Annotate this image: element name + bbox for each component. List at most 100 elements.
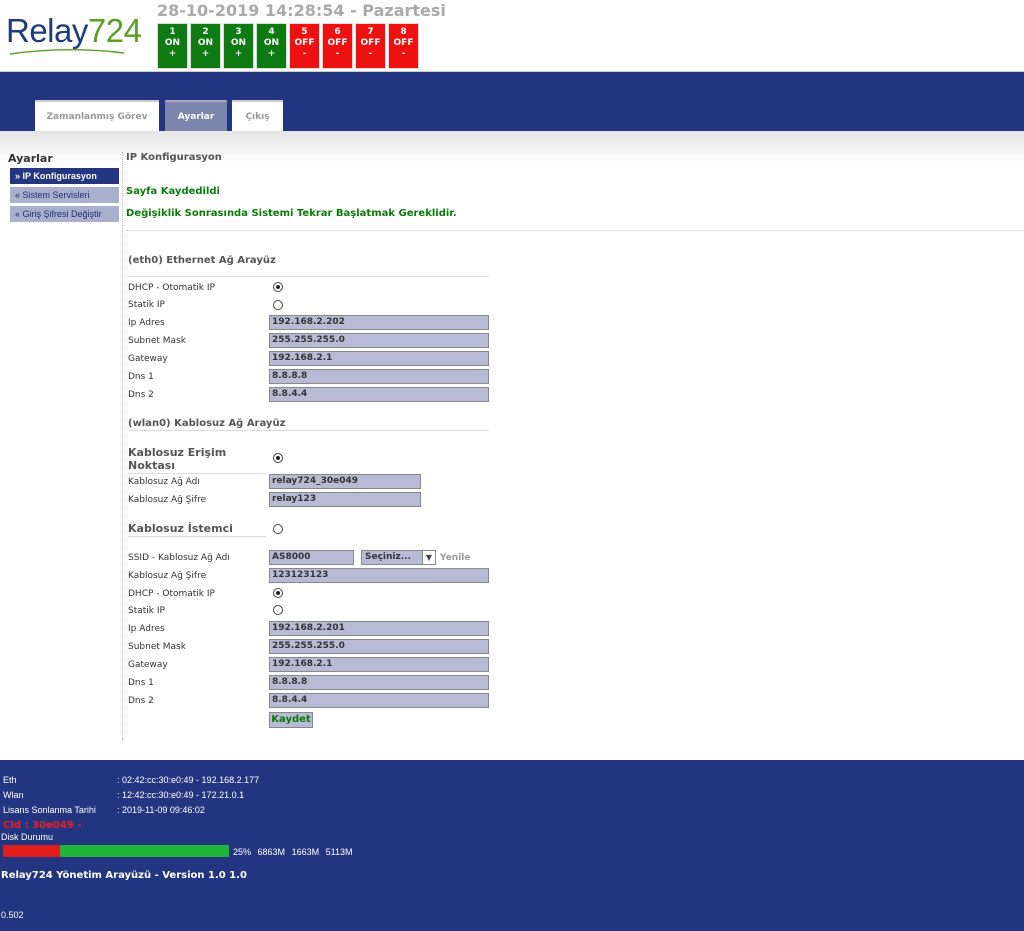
client-mode-radio[interactable] <box>273 524 283 534</box>
eth-dhcp-radio[interactable] <box>273 282 283 292</box>
wlan-mask-input[interactable]: 255.255.255.0 <box>269 639 489 654</box>
sidebar-item-ip-config[interactable]: » IP Konfigurasyon <box>10 168 119 184</box>
relay-n: 5 <box>301 27 308 37</box>
wlan-mask-label: Subnet Mask <box>128 642 186 652</box>
relay-sym: - <box>401 49 406 59</box>
page-title: IP Konfigurasyon <box>126 152 222 163</box>
ssid-input[interactable]: AS8000 <box>269 550 354 565</box>
eth-static-radio[interactable] <box>273 300 283 310</box>
relay-state: OFF <box>393 38 414 48</box>
relay-n: 3 <box>235 27 242 37</box>
relay-n: 7 <box>367 27 374 37</box>
sidebar-divider <box>122 152 123 740</box>
eth-dns2-label: Dns 2 <box>128 390 154 400</box>
wlan-info-value: : 12:42:cc:30:e0:49 - 172.21.0.1 <box>117 790 245 800</box>
divider <box>128 276 489 277</box>
ap-name-label: Kablosuz Ağ Adı <box>128 477 200 487</box>
ap-section-title: Kablosuz Erişim Noktası <box>128 446 266 474</box>
eth-gateway-label: Gateway <box>128 354 168 364</box>
disk-percent: 25% <box>233 847 252 857</box>
relay-button-5[interactable]: 5 OFF - <box>289 23 320 69</box>
tab-settings[interactable]: Ayarlar <box>165 100 227 131</box>
ssid-select[interactable]: Seçiniz... ▼ <box>361 550 436 565</box>
nav-bar: Zamanlanmış Görev Ayarlar Çıkış <box>0 72 1024 131</box>
wlan-static-label: Statik IP <box>128 606 165 616</box>
wlan-ip-input[interactable]: 192.168.2.201 <box>269 621 489 636</box>
chevron-down-icon: ▼ <box>422 551 435 564</box>
ssid-label: SSID - Kablosuz Ağ Adı <box>128 553 230 563</box>
divider <box>128 430 489 431</box>
logo[interactable]: Relay724 <box>6 12 142 50</box>
relay-state: ON <box>230 38 247 48</box>
ssid-select-value: Seçiniz... <box>365 552 411 562</box>
ap-mode-radio[interactable] <box>273 453 283 463</box>
refresh-link[interactable]: Yenile <box>440 553 470 563</box>
eth-ip-label: Ip Adres <box>128 318 165 328</box>
datetime: 28-10-2019 14:28:54 - Pazartesi <box>157 1 446 20</box>
timing-text: 0.502 <box>1 910 24 920</box>
relay-state: ON <box>197 38 214 48</box>
disk-used: 1663M <box>291 847 320 857</box>
relay-sym: - <box>302 49 307 59</box>
eth-mask-input[interactable]: 255.255.255.0 <box>269 333 489 348</box>
saved-message: Sayfa Kaydedildi <box>126 186 220 197</box>
eth-info-label: Eth <box>3 775 17 785</box>
cid-text: CId : 30e049 - <box>3 820 82 831</box>
header: Relay724 28-10-2019 14:28:54 - Pazartesi… <box>0 0 1024 72</box>
disk-label: Disk Durumu <box>1 832 54 842</box>
wlan-section-title: (wlan0) Kablosuz Ağ Arayüz <box>128 418 286 429</box>
relay-sym: - <box>335 49 340 59</box>
wlan-info-label: Wlan <box>3 790 24 800</box>
sidebar-title: Ayarlar <box>8 152 53 165</box>
wlan-dns2-input[interactable]: 8.8.4.4 <box>269 693 489 708</box>
sidebar-item-change-password[interactable]: « Giriş Şifresi Değiştir <box>10 206 119 222</box>
disk-usage-bar <box>3 845 229 857</box>
tab-logout[interactable]: Çıkış <box>232 100 283 131</box>
relay-n: 2 <box>202 27 209 37</box>
relay-n: 8 <box>400 27 407 37</box>
wlan-gateway-label: Gateway <box>128 660 168 670</box>
footer: Eth : 02:42:cc:30:e0:49 - 192.168.2.177 … <box>0 760 1024 931</box>
wlan-pass-label: Kablosuz Ağ Şifre <box>128 571 207 581</box>
wlan-gateway-input[interactable]: 192.168.2.1 <box>269 657 489 672</box>
wlan-dhcp-radio[interactable] <box>273 588 283 598</box>
eth-ip-input[interactable]: 192.168.2.202 <box>269 315 489 330</box>
relay-n: 4 <box>268 27 275 37</box>
relay-sym: + <box>234 49 243 59</box>
license-label: Lisans Sonlanma Tarihi <box>3 805 96 815</box>
restart-message: Değişiklik Sonrasında Sistemi Tekrar Baş… <box>126 208 457 219</box>
wlan-pass-input[interactable]: 123123123 <box>269 568 489 583</box>
client-section-title: Kablosuz İstemci <box>128 522 266 537</box>
relay-sym: + <box>201 49 210 59</box>
eth-dns1-label: Dns 1 <box>128 372 154 382</box>
wlan-dns1-label: Dns 1 <box>128 678 154 688</box>
ap-name-input[interactable]: relay724_30e049 <box>269 474 421 489</box>
relay-button-3[interactable]: 3 ON + <box>223 23 254 69</box>
relay-button-1[interactable]: 1 ON + <box>157 23 188 69</box>
save-button[interactable]: Kaydet <box>269 712 313 728</box>
eth-gateway-input[interactable]: 192.168.2.1 <box>269 351 489 366</box>
eth-mask-label: Subnet Mask <box>128 336 186 346</box>
sidebar-item-system-services[interactable]: « Sistem Servisleri <box>10 187 119 203</box>
disk-total: 6863M <box>257 847 286 857</box>
relay-button-4[interactable]: 4 ON + <box>256 23 287 69</box>
relay-state: OFF <box>360 38 381 48</box>
wlan-ip-label: Ip Adres <box>128 624 165 634</box>
wlan-static-radio[interactable] <box>273 605 283 615</box>
eth-dns1-input[interactable]: 8.8.8.8 <box>269 369 489 384</box>
eth-dns2-input[interactable]: 8.8.4.4 <box>269 387 489 402</box>
relay-n: 1 <box>169 27 176 37</box>
wlan-dns1-input[interactable]: 8.8.8.8 <box>269 675 489 690</box>
relay-button-7[interactable]: 7 OFF - <box>355 23 386 69</box>
logo-swoosh <box>9 49 125 55</box>
relay-button-6[interactable]: 6 OFF - <box>322 23 353 69</box>
ap-pass-input[interactable]: relay123 <box>269 492 421 507</box>
relay-state: OFF <box>327 38 348 48</box>
relay-button-2[interactable]: 2 ON + <box>190 23 221 69</box>
relay-buttons: 1 ON +2 ON +3 ON +4 ON +5 OFF -6 OFF -7 OFF -8 OFF - <box>157 23 421 69</box>
tab-scheduled-tasks[interactable]: Zamanlanmış Görev <box>35 100 159 131</box>
relay-state: ON <box>164 38 181 48</box>
eth-section-title: (eth0) Ethernet Ağ Arayüz <box>128 255 276 266</box>
relay-button-8[interactable]: 8 OFF - <box>388 23 419 69</box>
relay-n: 6 <box>334 27 341 37</box>
